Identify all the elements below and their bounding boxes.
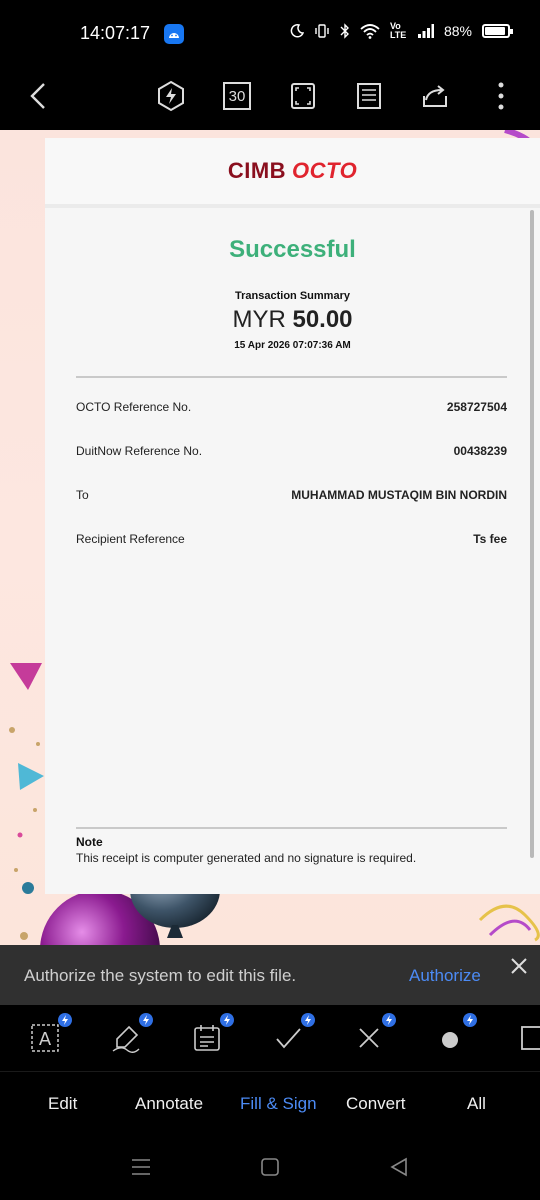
row-value: 258727504 bbox=[446, 400, 507, 414]
battery-percent: 88% bbox=[443, 23, 472, 39]
home-icon[interactable] bbox=[260, 1157, 280, 1177]
network-type: Vo LTE bbox=[389, 21, 407, 40]
detail-row-recipient: To MUHAMMAD MUSTAQIM BIN NORDIN bbox=[76, 488, 507, 502]
tab-all[interactable]: All bbox=[467, 1094, 486, 1114]
row-label: To bbox=[76, 488, 89, 502]
transaction-status: Successful bbox=[229, 236, 356, 263]
premium-badge-icon bbox=[139, 1013, 153, 1027]
fullscreen-icon[interactable] bbox=[285, 78, 321, 114]
divider bbox=[76, 827, 507, 829]
receipt-header: CIMB OCTO bbox=[45, 138, 540, 208]
row-value: 00438239 bbox=[453, 444, 507, 458]
authorize-button[interactable]: Authorize bbox=[409, 966, 481, 986]
tab-convert[interactable]: Convert bbox=[346, 1094, 406, 1114]
form-field-icon[interactable] bbox=[190, 1013, 234, 1055]
svg-text:A: A bbox=[39, 1029, 52, 1050]
dot-icon[interactable] bbox=[433, 1013, 477, 1055]
currency: MYR bbox=[232, 306, 286, 333]
receipt-document: CIMB OCTO Successful Transaction Summary … bbox=[45, 138, 540, 894]
back-nav-icon[interactable] bbox=[389, 1157, 409, 1177]
app-notification-icon bbox=[164, 24, 184, 44]
status-time: 14:07:17 bbox=[80, 23, 151, 43]
amount-value: 50.00 bbox=[292, 306, 353, 333]
row-value: MUHAMMAD MUSTAQIM BIN NORDIN bbox=[291, 488, 507, 502]
fill-sign-tools: A bbox=[0, 1005, 540, 1071]
note-title: Note bbox=[76, 835, 103, 849]
premium-badge-icon bbox=[301, 1013, 315, 1027]
row-value: Ts fee bbox=[473, 532, 507, 546]
page-view-icon[interactable] bbox=[351, 78, 387, 114]
authorize-message: Authorize the system to edit this file. bbox=[24, 966, 297, 985]
pen-sign-icon[interactable] bbox=[109, 1013, 153, 1055]
bank-logo: CIMB OCTO bbox=[227, 158, 358, 183]
rectangle-icon[interactable] bbox=[514, 1021, 540, 1055]
detail-row-recipient-reference: Recipient Reference Ts fee bbox=[76, 532, 507, 546]
share-icon[interactable] bbox=[417, 78, 453, 114]
status-bar: 14:07:17 Vo LTE 88% bbox=[0, 0, 540, 66]
tab-edit[interactable]: Edit bbox=[48, 1094, 77, 1114]
tab-fill-sign[interactable]: Fill & Sign bbox=[240, 1094, 317, 1114]
vibrate-icon bbox=[315, 24, 329, 38]
divider bbox=[76, 376, 507, 378]
scrollbar[interactable] bbox=[530, 210, 534, 858]
premium-badge-icon bbox=[463, 1013, 477, 1027]
premium-badge-icon bbox=[58, 1013, 72, 1027]
row-label: DuitNow Reference No. bbox=[76, 444, 203, 458]
back-icon[interactable] bbox=[20, 78, 56, 114]
moon-icon bbox=[290, 24, 304, 38]
text-box-icon[interactable]: A bbox=[28, 1013, 72, 1055]
premium-badge-icon bbox=[220, 1013, 234, 1027]
detail-row-duitnow-reference: DuitNow Reference No. 00438239 bbox=[76, 444, 507, 458]
status-icons: Vo LTE 88% bbox=[290, 21, 513, 40]
note-text: This receipt is computer generated and n… bbox=[76, 851, 417, 865]
transaction-amount: MYR 50.00 bbox=[45, 306, 540, 334]
signal-icon bbox=[417, 24, 434, 38]
authorize-banner: Authorize the system to edit this file. … bbox=[0, 945, 540, 1005]
system-nav-bar bbox=[0, 1137, 540, 1200]
mode-tabs: Edit Annotate Fill & Sign Convert All bbox=[0, 1071, 540, 1137]
more-options-icon[interactable] bbox=[483, 78, 519, 114]
viewer-toolbar: 30 bbox=[0, 66, 540, 130]
cross-mark-icon[interactable] bbox=[352, 1013, 396, 1055]
row-label: Recipient Reference bbox=[76, 532, 185, 546]
summary-label: Transaction Summary bbox=[235, 290, 350, 302]
row-label: OCTO Reference No. bbox=[76, 400, 192, 414]
check-mark-icon[interactable] bbox=[271, 1013, 315, 1055]
ai-assistant-icon[interactable] bbox=[153, 78, 189, 114]
close-icon[interactable] bbox=[507, 954, 531, 978]
bluetooth-icon bbox=[340, 23, 349, 39]
premium-badge-icon bbox=[382, 1013, 396, 1027]
document-canvas[interactable]: CIMB OCTO Successful Transaction Summary … bbox=[0, 130, 540, 945]
detail-row-octo-reference: OCTO Reference No. 258727504 bbox=[76, 400, 507, 414]
transaction-datetime: 15 Apr 2026 07:07:36 AM bbox=[234, 340, 351, 351]
page-count: 30 bbox=[223, 82, 251, 110]
page-count-button[interactable]: 30 bbox=[219, 78, 255, 114]
tab-annotate[interactable]: Annotate bbox=[135, 1094, 203, 1114]
battery-icon bbox=[482, 24, 513, 38]
wifi-icon bbox=[360, 24, 380, 39]
recent-apps-icon[interactable] bbox=[131, 1157, 151, 1177]
